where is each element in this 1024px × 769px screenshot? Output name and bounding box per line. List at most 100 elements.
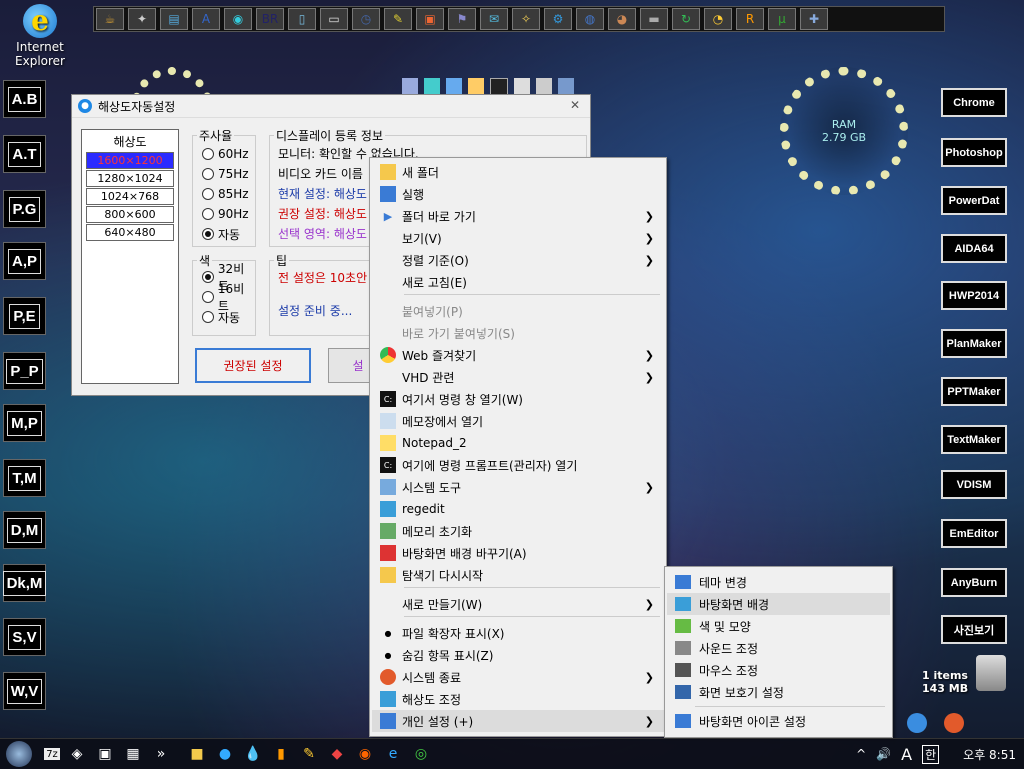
ime-mode[interactable]: A	[901, 745, 912, 764]
context-menu-item[interactable]: 바로 가기 붙여넣기(S)	[372, 322, 664, 344]
restore-icon[interactable]: ◷	[352, 8, 380, 30]
puzzle-icon[interactable]: ✚	[800, 8, 828, 30]
clock-icon[interactable]: ◔	[704, 8, 732, 30]
radio-button[interactable]	[202, 311, 214, 323]
box-icon[interactable]: ▣	[416, 8, 444, 30]
launcher-0[interactable]: A.B	[3, 80, 46, 118]
launcher-3[interactable]: A,P	[3, 242, 46, 280]
radio-option[interactable]: 60Hz	[202, 144, 255, 164]
context-menu-item[interactable]: 붙여넣기(P)	[372, 300, 664, 322]
radio-button[interactable]	[202, 291, 214, 303]
context-menu-item[interactable]: C: 여기에 명령 프롬프트(관리자) 열기	[372, 454, 664, 476]
tools-icon[interactable]: ◈	[66, 744, 88, 764]
7zip-icon[interactable]: 7z	[44, 748, 60, 760]
context-menu-item[interactable]: ● 파일 확장자 표시(X)	[372, 622, 664, 644]
globe-icon[interactable]: ◉	[224, 8, 252, 30]
app-icon[interactable]	[424, 78, 440, 94]
context-menu-item[interactable]: ▶ 폴더 바로 가기 ❯	[372, 205, 664, 227]
start-button[interactable]	[6, 741, 32, 767]
paint-icon[interactable]: ✎	[298, 744, 320, 764]
app-icon[interactable]: ●	[214, 744, 236, 764]
shortcut-0[interactable]: Chrome	[941, 88, 1007, 117]
firefox-icon[interactable]: ◉	[354, 744, 376, 764]
r-icon[interactable]: R	[736, 8, 764, 30]
shortcut-10[interactable]: AnyBurn	[941, 568, 1007, 597]
pen-icon[interactable]: ✎	[384, 8, 412, 30]
overflow-icon[interactable]: »	[150, 744, 172, 764]
launcher-10[interactable]: S,V	[3, 618, 46, 656]
a-icon[interactable]: A	[192, 8, 220, 30]
drive-icon[interactable]: ▭	[320, 8, 348, 30]
shortcut-5[interactable]: PlanMaker	[941, 329, 1007, 358]
radio-button[interactable]	[202, 271, 214, 283]
volume-icon[interactable]: 🔊	[876, 747, 891, 761]
launcher-8[interactable]: D,M	[3, 511, 46, 549]
radio-option[interactable]: 75Hz	[202, 164, 255, 184]
torrent-icon[interactable]: µ	[768, 8, 796, 30]
network-globe-icon[interactable]	[907, 713, 927, 733]
launcher-4[interactable]: P,E	[3, 297, 46, 335]
submenu-item[interactable]: 사운드 조정	[667, 637, 890, 659]
submenu-item[interactable]: 바탕화면 아이콘 설정	[667, 710, 890, 732]
launcher-7[interactable]: T,M	[3, 459, 46, 497]
radio-button[interactable]	[202, 228, 214, 240]
app-icon[interactable]	[536, 78, 552, 94]
computer-icon[interactable]: ▣	[94, 744, 116, 764]
context-menu-item[interactable]: 메모장에서 열기	[372, 410, 664, 432]
radio-button[interactable]	[202, 188, 214, 200]
context-menu-item[interactable]: Notepad_2	[372, 432, 664, 454]
ruler-icon[interactable]: ▮	[270, 744, 292, 764]
usb-icon[interactable]: ▬	[640, 8, 668, 30]
refresh-icon[interactable]: ↻	[672, 8, 700, 30]
folder-icon[interactable]: ▤	[160, 8, 188, 30]
br-icon[interactable]: BR	[256, 8, 284, 30]
context-menu-item[interactable]: regedit	[372, 498, 664, 520]
shortcut-8[interactable]: VDISM	[941, 470, 1007, 499]
resolution-option[interactable]: 1024×768	[86, 188, 174, 205]
context-menu-item[interactable]: 바탕화면 배경 바꾸기(A)	[372, 542, 664, 564]
context-menu-item[interactable]: 정렬 기준(O) ❯	[372, 249, 664, 271]
clock[interactable]: 오후 8:51	[963, 746, 1016, 763]
context-menu-item[interactable]: C: 여기서 명령 창 열기(W)	[372, 388, 664, 410]
resolution-option[interactable]: 1600×1200	[86, 152, 174, 169]
game-icon[interactable]: ◆	[326, 744, 348, 764]
radio-option[interactable]: 16비트	[202, 282, 255, 313]
context-menu-item[interactable]: 실행	[372, 183, 664, 205]
submenu-item[interactable]: 화면 보호기 설정	[667, 681, 890, 703]
shortcut-9[interactable]: EmEditor	[941, 519, 1007, 548]
context-menu-item[interactable]: 시스템 도구 ❯	[372, 476, 664, 498]
network-icon[interactable]: ✉	[480, 8, 508, 30]
shortcut-3[interactable]: AIDA64	[941, 234, 1007, 263]
tools-icon[interactable]: ✦	[128, 8, 156, 30]
shortcut-11[interactable]: 사진보기	[941, 615, 1007, 644]
shortcut-4[interactable]: HWP2014	[941, 281, 1007, 310]
context-menu-item[interactable]: 시스템 종료 ❯	[372, 666, 664, 688]
chrome-icon[interactable]: ◎	[410, 744, 432, 764]
doc-icon[interactable]: ▯	[288, 8, 316, 30]
window-titlebar[interactable]: ● 해상도자동설정 ✕	[72, 95, 590, 118]
close-button[interactable]: ✕	[570, 98, 580, 112]
context-menu-item[interactable]: 메모리 초기화	[372, 520, 664, 542]
radio-option[interactable]: 90Hz	[202, 204, 255, 224]
launcher-2[interactable]: P.G	[3, 190, 46, 228]
cake-icon[interactable]: ◕	[608, 8, 636, 30]
wand-icon[interactable]: ✧	[512, 8, 540, 30]
drop-icon[interactable]: 💧	[242, 744, 264, 764]
context-menu-item[interactable]: Web 즐겨찾기 ❯	[372, 344, 664, 366]
context-menu-item[interactable]: 탐색기 다시시작	[372, 564, 664, 586]
folder-icon[interactable]: ■	[186, 744, 208, 764]
radio-option[interactable]: 85Hz	[202, 184, 255, 204]
launcher-9[interactable]: Dk,M	[2, 564, 47, 602]
launcher-5[interactable]: P_P	[3, 352, 46, 390]
user-icon[interactable]: ⚑	[448, 8, 476, 30]
radio-button[interactable]	[202, 168, 214, 180]
context-menu-item[interactable]: 새로 만들기(W) ❯	[372, 593, 664, 615]
app-icon[interactable]	[446, 78, 462, 94]
submenu-item[interactable]: 색 및 모양	[667, 615, 890, 637]
chevron-up-icon[interactable]: ^	[856, 747, 866, 761]
folder-icon[interactable]	[468, 78, 484, 94]
context-menu-item[interactable]: VHD 관련 ❯	[372, 366, 664, 388]
radio-option[interactable]: 자동	[202, 224, 255, 244]
recommended-settings-button[interactable]: 권장된 설정	[195, 348, 311, 383]
launcher-1[interactable]: A.T	[3, 135, 46, 173]
